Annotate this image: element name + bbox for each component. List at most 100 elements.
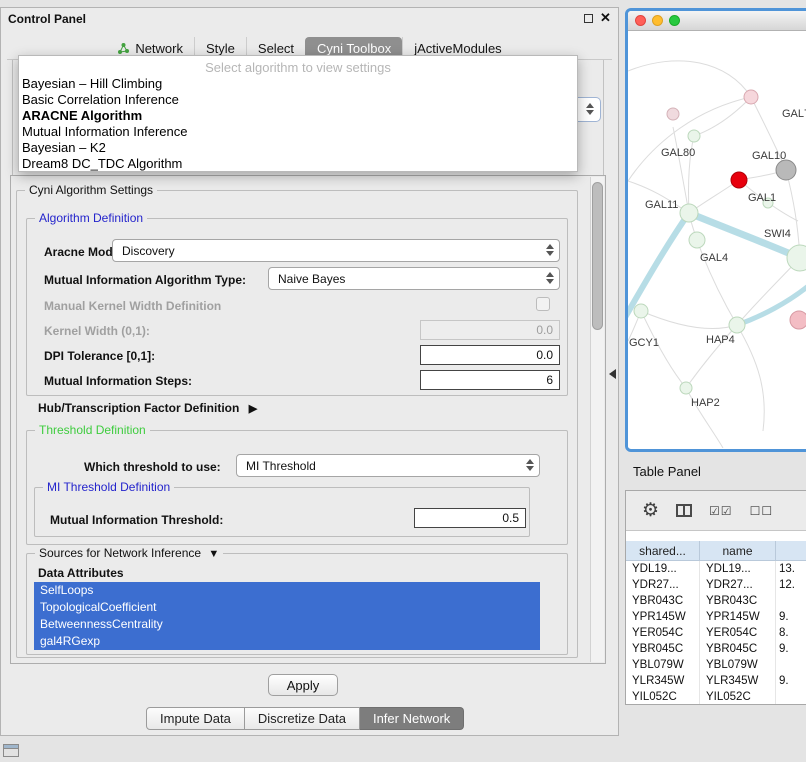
table-cell[interactable]: YBR043C [700, 593, 776, 609]
table-cell[interactable]: YDR27... [626, 577, 700, 593]
table-cell[interactable] [776, 689, 806, 705]
dropdown-item[interactable]: Mutual Information Inference [19, 124, 577, 140]
table-cell[interactable]: YLR345W [626, 673, 700, 689]
table-cell[interactable]: 9. [776, 641, 806, 657]
tab-label: Network [135, 41, 183, 56]
column-header-shared-name[interactable]: shared... [626, 541, 700, 560]
vertical-scrollbar[interactable] [590, 177, 604, 662]
table-cell[interactable]: YER054C [626, 625, 700, 641]
network-node[interactable] [688, 130, 700, 142]
close-window-icon[interactable] [635, 15, 646, 26]
tab-impute-data[interactable]: Impute Data [146, 707, 245, 730]
table-cell[interactable]: YIL052C [626, 689, 700, 705]
table-row[interactable]: YDR27... YDR27... 12. [626, 577, 806, 593]
table-cell[interactable]: 13. [776, 561, 806, 577]
kernel-width-input: 0.0 [420, 320, 560, 340]
network-node-selected[interactable] [731, 172, 747, 188]
dropdown-item-selected[interactable]: ARACNE Algorithm [19, 108, 577, 124]
mi-steps-input[interactable]: 6 [420, 370, 560, 390]
apply-button[interactable]: Apply [268, 674, 338, 696]
mi-algorithm-type-select[interactable]: Naive Bayes [268, 267, 560, 290]
data-attributes-list[interactable]: SelfLoops TopologicalCoefficient Between… [34, 582, 540, 650]
node-label: GAL7 [782, 108, 806, 120]
network-node[interactable] [790, 311, 806, 329]
zoom-window-icon[interactable] [669, 15, 680, 26]
table-cell[interactable]: YDL19... [626, 561, 700, 577]
column-header-extra[interactable] [776, 541, 806, 560]
table-cell[interactable] [776, 657, 806, 673]
deselect-all-rows-icon[interactable]: ☐☐ [750, 504, 774, 518]
gear-icon[interactable]: ⚙ [642, 501, 659, 520]
table-cell[interactable]: 9. [776, 609, 806, 625]
sources-group-toggle[interactable]: Sources for Network Inference ▼ [35, 546, 223, 562]
table-row[interactable]: YBR045C YBR045C 9. [626, 641, 806, 657]
hub-definition-toggle[interactable]: Hub/Transcription Factor Definition ▶ [38, 401, 257, 415]
network-node[interactable] [680, 382, 692, 394]
network-node[interactable] [667, 108, 679, 120]
network-node[interactable] [634, 304, 648, 318]
network-node[interactable] [744, 90, 758, 104]
network-node[interactable] [787, 245, 806, 271]
attribute-item[interactable]: SelfLoops [34, 582, 540, 599]
table-cell[interactable]: 12. [776, 577, 806, 593]
tab-label: Style [206, 41, 235, 56]
network-node[interactable] [689, 232, 705, 248]
manual-kernel-checkbox[interactable] [536, 297, 550, 311]
tab-infer-network[interactable]: Infer Network [360, 707, 464, 730]
attribute-item[interactable]: TopologicalCoefficient [34, 599, 540, 616]
dropdown-item[interactable]: Bayesian – K2 [19, 140, 577, 156]
dropdown-item[interactable]: Bayesian – Hill Climbing [19, 76, 577, 92]
table-cell[interactable]: YBR045C [700, 641, 776, 657]
table-row[interactable]: YBR043C YBR043C [626, 593, 806, 609]
table-row[interactable]: YIL052C YIL052C [626, 689, 806, 705]
attribute-item[interactable]: gal4RGexp [34, 633, 540, 650]
table-toolbar: ⚙ ☑☑ ☐☐ [626, 491, 806, 531]
close-panel-icon[interactable]: ✕ [600, 10, 611, 26]
table-cell[interactable]: YER054C [700, 625, 776, 641]
table-cell[interactable]: YLR345W [700, 673, 776, 689]
table-row[interactable]: YPR145W YPR145W 9. [626, 609, 806, 625]
network-node[interactable] [776, 160, 796, 180]
table-row[interactable]: YDL19... YDL19... 13. [626, 561, 806, 577]
table-cell[interactable]: 8. [776, 625, 806, 641]
network-canvas[interactable]: GAL7 GAL80 GAL10 GAL11 GAL1 SWI4 GAL4 GC… [628, 31, 806, 448]
network-window-titlebar [628, 11, 806, 31]
splitter-collapse-arrow[interactable] [609, 369, 616, 379]
algorithm-combo-fragment[interactable] [578, 97, 601, 122]
table-cell[interactable]: YDR27... [700, 577, 776, 593]
tab-discretize-data[interactable]: Discretize Data [245, 707, 360, 730]
attribute-item[interactable]: BetweennessCentrality [34, 616, 540, 633]
network-node[interactable] [680, 204, 698, 222]
table-cell[interactable]: YBR045C [626, 641, 700, 657]
columns-icon[interactable] [676, 504, 692, 517]
threshold-type-select[interactable]: MI Threshold [236, 454, 540, 477]
table-cell[interactable]: 9. [776, 673, 806, 689]
node-label: SWI4 [764, 228, 791, 240]
table-cell[interactable]: YBL079W [700, 657, 776, 673]
table-cell[interactable] [776, 593, 806, 609]
table-cell[interactable]: YIL052C [700, 689, 776, 705]
column-header-name[interactable]: name [700, 541, 776, 560]
table-row[interactable]: YBL079W YBL079W [626, 657, 806, 673]
minimize-window-icon[interactable] [652, 15, 663, 26]
table-cell[interactable]: YBL079W [626, 657, 700, 673]
table-row[interactable]: YER054C YER054C 8. [626, 625, 806, 641]
dropdown-placeholder: Select algorithm to view settings [19, 56, 577, 76]
node-label: GCY1 [629, 337, 659, 349]
float-window-icon[interactable] [584, 14, 593, 23]
table-cell[interactable]: YPR145W [700, 609, 776, 625]
table-panel-title: Table Panel [633, 464, 701, 479]
table-cell[interactable]: YPR145W [626, 609, 700, 625]
dpi-tolerance-input[interactable]: 0.0 [420, 345, 560, 365]
restore-panel-icon[interactable] [3, 744, 19, 757]
table-cell[interactable]: YDL19... [700, 561, 776, 577]
dropdown-item[interactable]: Dream8 DC_TDC Algorithm [19, 156, 577, 172]
aracne-mode-select[interactable]: Discovery [112, 239, 560, 262]
network-node[interactable] [729, 317, 745, 333]
dropdown-item[interactable]: Basic Correlation Inference [19, 92, 577, 108]
select-all-rows-icon[interactable]: ☑☑ [709, 504, 733, 518]
table-cell[interactable]: YBR043C [626, 593, 700, 609]
scrollbar-thumb[interactable] [592, 182, 603, 330]
table-row[interactable]: YLR345W YLR345W 9. [626, 673, 806, 689]
mi-threshold-input[interactable]: 0.5 [414, 508, 526, 528]
